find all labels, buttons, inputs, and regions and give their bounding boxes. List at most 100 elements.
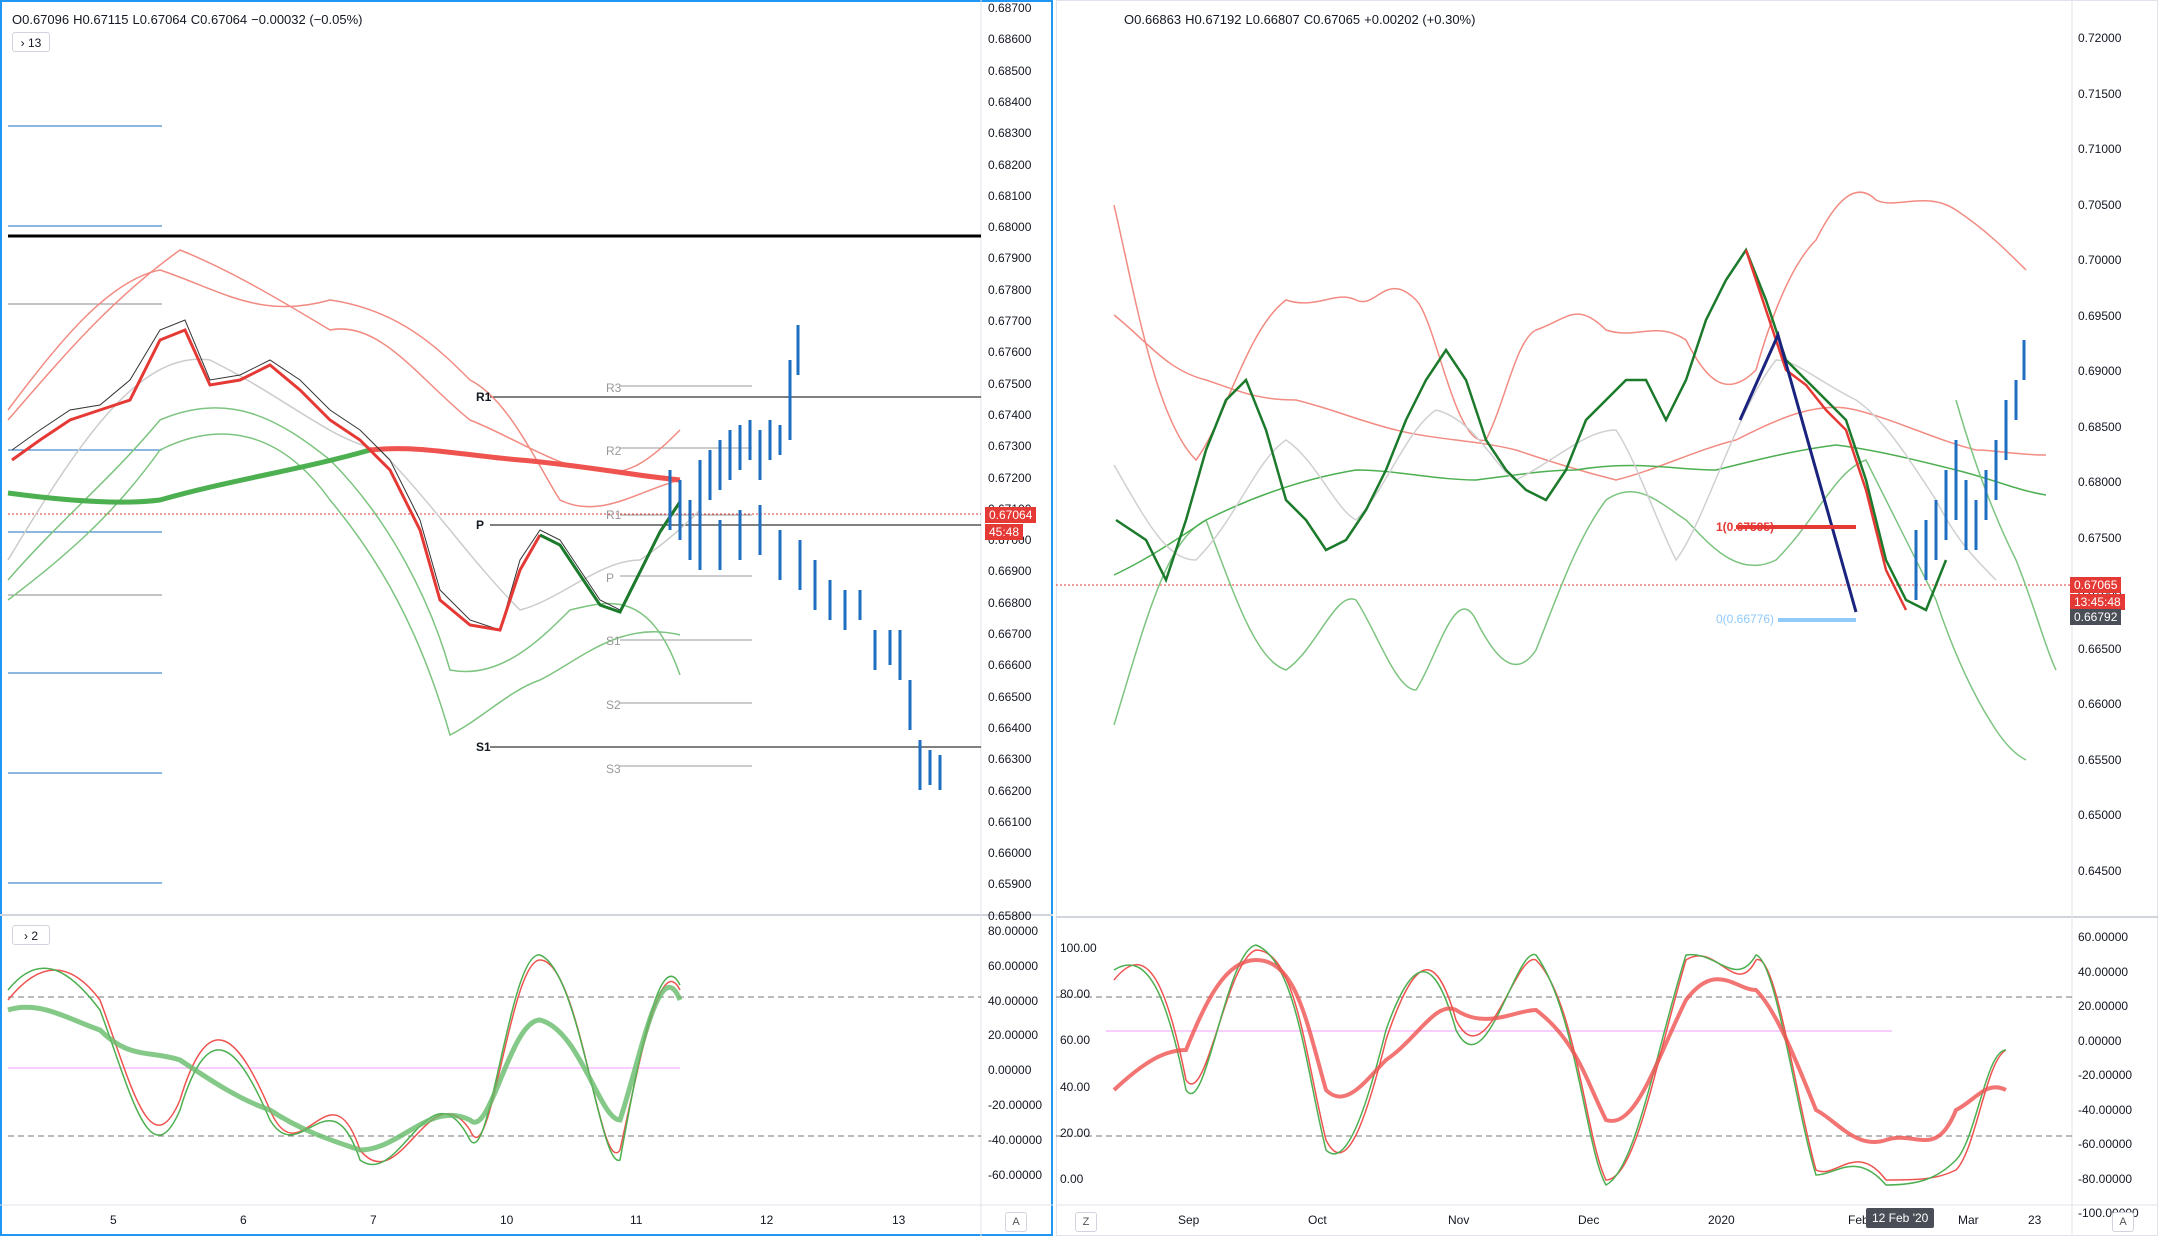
- fib-level-0-label: 0(0.66776): [1716, 612, 1775, 626]
- osc-tick-label: -20.00000: [2078, 1068, 2133, 1082]
- osc-tick-label: -20.00000: [988, 1098, 1043, 1112]
- pivot-s1b-label: S1: [606, 634, 621, 648]
- osc-tick-label: 0.00: [1060, 1172, 1084, 1186]
- price-tick-label: 0.65000: [2078, 808, 2122, 822]
- left-indicators-collapse-button[interactable]: › 13: [12, 32, 50, 52]
- price-tick-label: 0.68500: [2078, 419, 2122, 434]
- left-projection-bars: [668, 325, 942, 790]
- osc-tick-label: 40.00000: [2078, 964, 2129, 979]
- time-tick-label: Dec: [1578, 1213, 1600, 1227]
- left-chart-canvas[interactable]: [0, 0, 1053, 1236]
- price-tick-label: 0.66000: [2078, 697, 2122, 711]
- price-tick-label: 0.67200: [988, 470, 1032, 485]
- osc-tick-label: 0.00000: [988, 1063, 1032, 1078]
- osc-tick-label: 40.00000: [988, 993, 1039, 1008]
- pivot-s3-label: S3: [606, 762, 621, 776]
- price-tick-label: 0.67500: [988, 376, 1032, 391]
- fib-level-1-label: 1(0.67595): [1716, 520, 1775, 534]
- left-osc-axis[interactable]: 80.00000 60.00000 40.00000 20.00000 0.00000 -…: [986, 915, 1052, 1205]
- price-tick-label: 0.72000: [2078, 31, 2122, 45]
- osc-tick-label: 100.00: [1060, 941, 1097, 955]
- price-tick-label: 0.69500: [2078, 308, 2122, 323]
- price-tick-label: 0.68000: [988, 220, 1032, 235]
- time-tick-label: 7: [370, 1213, 377, 1227]
- right-chart-canvas[interactable]: [1056, 0, 2158, 1236]
- price-tick-label: 0.67800: [988, 282, 1032, 297]
- right-price-axis[interactable]: 0.72000 0.71500 0.71000 0.70500 0.70000 0.695…: [2076, 0, 2156, 915]
- right-zoom-button[interactable]: Z: [1075, 1212, 1097, 1232]
- price-tick-label: 0.68300: [988, 126, 1032, 141]
- price-tick-label: 0.66200: [988, 783, 1032, 798]
- osc-tick-label: 80.00: [1060, 987, 1091, 1002]
- left-osc-collapse-button[interactable]: › 2: [12, 925, 50, 945]
- crosshair-date-pill: 12 Feb '20: [1866, 1208, 1935, 1228]
- price-tick-label: 0.66700: [988, 627, 1032, 641]
- left-time-axis[interactable]: 5 6 7 10 11 12 13: [0, 1210, 981, 1234]
- time-tick-label: 23: [2028, 1213, 2042, 1227]
- left-price-axis[interactable]: 0.68700 0.68600 0.68500 0.68400 0.68300 0.682…: [986, 0, 1046, 923]
- pivot-pb-label: P: [606, 571, 615, 585]
- time-tick-label: 12: [760, 1213, 774, 1227]
- price-tick-label: 0.67400: [988, 407, 1032, 422]
- price-tick-label: 0.68000: [2078, 475, 2122, 489]
- time-tick-label: Oct: [1308, 1213, 1327, 1227]
- time-tick-label: Nov: [1448, 1213, 1470, 1227]
- price-tick-label: 0.65500: [2078, 752, 2122, 767]
- time-tick-label: Mar: [1958, 1213, 1979, 1227]
- pivot-p-label: P: [476, 518, 485, 532]
- right-osc-left-axis[interactable]: 100.00 80.00 60.00 40.00 20.00 0.00: [1058, 915, 1108, 1205]
- price-tick-label: 0.66500: [2078, 641, 2122, 656]
- time-tick-label: 13: [892, 1213, 906, 1227]
- left-countdown-tag: 45:48: [985, 524, 1024, 540]
- price-tick-label: 0.67900: [988, 251, 1032, 266]
- osc-tick-label: 60.00000: [988, 958, 1039, 973]
- left-candles: [11, 319, 682, 632]
- right-osc-right-axis[interactable]: 60.00000 40.00000 20.00000 0.00000 -20.00000…: [2076, 915, 2156, 1220]
- osc-tick-label: 20.00: [1060, 1125, 1091, 1140]
- price-tick-label: 0.66900: [988, 564, 1032, 579]
- price-tick-label: 0.67700: [988, 314, 1032, 328]
- right-countdown-tag: 13:45:48: [2070, 594, 2125, 610]
- pivot-s2-label: S2: [606, 698, 621, 712]
- left-auto-scale-button[interactable]: A: [1005, 1212, 1027, 1232]
- right-current-price-tag: 0.67065: [2070, 577, 2122, 593]
- osc-tick-label: -80.00000: [2078, 1171, 2133, 1186]
- price-tick-label: 0.68100: [988, 188, 1032, 203]
- pivot-s1-label: S1: [476, 740, 491, 754]
- price-tick-label: 0.67600: [988, 345, 1032, 360]
- time-tick-label: 5: [110, 1213, 117, 1227]
- time-tick-label: 2020: [1708, 1213, 1735, 1227]
- right-auto-scale-button[interactable]: A: [2112, 1212, 2134, 1232]
- osc-tick-label: -40.00000: [2078, 1102, 2133, 1117]
- osc-tick-label: -60.00000: [988, 1167, 1043, 1182]
- price-tick-label: 0.70500: [2078, 197, 2122, 212]
- osc-tick-label: -40.00000: [988, 1132, 1043, 1147]
- pivot-r1-label: R1: [476, 390, 492, 404]
- time-tick-label: 6: [240, 1213, 247, 1227]
- price-tick-label: 0.67500: [2078, 530, 2122, 545]
- price-tick-label: 0.69000: [2078, 364, 2122, 378]
- price-tick-label: 0.68700: [988, 1, 1032, 15]
- right-low-tag: 0.66792: [2070, 609, 2122, 625]
- osc-tick-label: 40.00: [1060, 1079, 1091, 1094]
- chart-layout: O0.67096 H0.67115 L0.67064 C0.67064 −0.00032…: [0, 0, 2158, 1236]
- price-tick-label: 0.68500: [988, 63, 1032, 78]
- osc-tick-label: 60.00000: [2078, 930, 2129, 944]
- osc-tick-label: 20.00000: [2078, 999, 2129, 1013]
- time-tick-label: Sep: [1178, 1213, 1200, 1227]
- price-tick-label: 0.71500: [2078, 86, 2122, 101]
- price-tick-label: 0.66800: [988, 595, 1032, 610]
- pivot-r1b-label: R1: [606, 508, 622, 522]
- price-tick-label: 0.68400: [988, 94, 1032, 109]
- price-tick-label: 0.71000: [2078, 142, 2122, 156]
- osc-tick-label: 0.00000: [2078, 1033, 2122, 1048]
- left-ohlc-legend: O0.67096 H0.67115 L0.67064 C0.67064 −0.00032…: [12, 12, 363, 27]
- pivot-r2-label: R2: [606, 444, 622, 458]
- time-tick-label: 11: [630, 1213, 643, 1227]
- price-tick-label: 0.70000: [2078, 253, 2122, 267]
- price-tick-label: 0.65900: [988, 877, 1032, 892]
- price-tick-label: 0.66300: [988, 752, 1032, 767]
- osc-tick-label: -60.00000: [2078, 1137, 2133, 1151]
- left-current-price-tag: 0.67064: [985, 507, 1037, 523]
- price-tick-label: 0.66400: [988, 720, 1032, 735]
